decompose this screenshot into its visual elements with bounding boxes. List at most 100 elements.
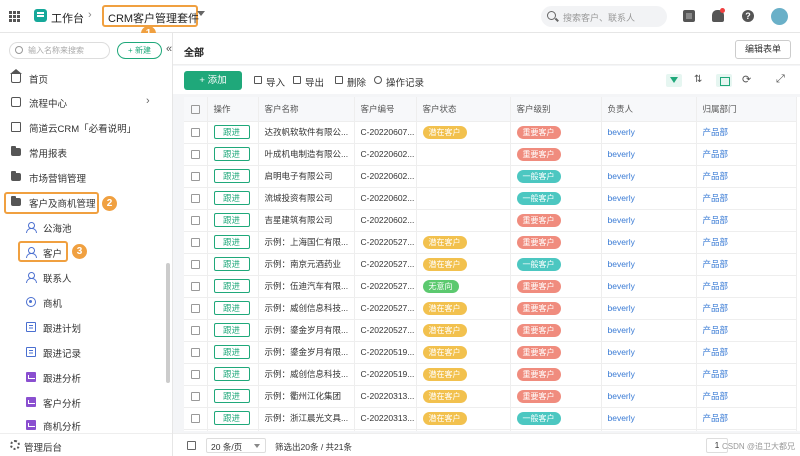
- department-cell[interactable]: 产品部: [696, 341, 797, 364]
- refresh-icon[interactable]: [739, 73, 755, 87]
- owner-cell[interactable]: beverly: [601, 231, 697, 254]
- follow-up-button[interactable]: 跟进: [213, 235, 250, 249]
- log-button[interactable]: 操作记录: [386, 75, 424, 89]
- department-link[interactable]: 产品部: [703, 347, 729, 357]
- select-all-checkbox[interactable]: [190, 104, 200, 114]
- row-checkbox[interactable]: [190, 414, 200, 424]
- department-cell[interactable]: 产品部: [696, 385, 797, 408]
- row-checkbox[interactable]: [190, 238, 200, 248]
- row-select-cell[interactable]: [184, 429, 208, 431]
- view-icon[interactable]: [716, 74, 732, 87]
- department-cell[interactable]: 产品部: [696, 363, 797, 386]
- filter-icon[interactable]: [666, 74, 682, 87]
- settings-icon[interactable]: [187, 441, 196, 450]
- department-link[interactable]: 产品部: [703, 149, 729, 159]
- chevron-down-icon[interactable]: [197, 11, 205, 16]
- row-checkbox[interactable]: [190, 282, 200, 292]
- owner-link[interactable]: beverly: [608, 303, 635, 313]
- row-select-cell[interactable]: [184, 253, 208, 276]
- department-cell[interactable]: 产品部: [696, 319, 797, 342]
- follow-up-button[interactable]: 跟进: [213, 411, 250, 425]
- row-select-cell[interactable]: [184, 407, 208, 430]
- row-select-cell[interactable]: [184, 363, 208, 386]
- follow-up-button[interactable]: 跟进: [213, 257, 250, 271]
- department-cell[interactable]: 产品部: [696, 143, 797, 166]
- column-header[interactable]: 操作: [207, 97, 259, 122]
- sidebar-item-contacts[interactable]: 联系人: [0, 267, 165, 287]
- table-row[interactable]: 跟进 叶成机电制造有限公... C-20220602... 重要客户 beverly 产品…: [184, 143, 797, 166]
- row-checkbox[interactable]: [190, 128, 200, 138]
- sidebar-scrollbar[interactable]: [166, 263, 170, 383]
- customer-name-cell[interactable]: 启明电子有限公司: [258, 165, 355, 188]
- owner-link[interactable]: beverly: [608, 193, 635, 203]
- customer-name-cell[interactable]: 示例：威创信息科技...: [258, 297, 355, 320]
- row-checkbox[interactable]: [190, 150, 200, 160]
- row-checkbox[interactable]: [190, 260, 200, 270]
- department-cell[interactable]: 产品部: [696, 187, 797, 210]
- owner-cell[interactable]: beverly: [601, 429, 697, 431]
- customer-name-cell[interactable]: 叶成机电制造有限公...: [258, 143, 355, 166]
- row-checkbox[interactable]: [190, 326, 200, 336]
- owner-link[interactable]: beverly: [608, 347, 635, 357]
- row-select-cell[interactable]: [184, 297, 208, 320]
- avatar[interactable]: [771, 8, 788, 25]
- sidebar-item-marketing[interactable]: 市场营销管理: [0, 167, 165, 187]
- department-link[interactable]: 产品部: [703, 391, 729, 401]
- customer-name-cell[interactable]: 示例：鎏金岁月有限...: [258, 319, 355, 342]
- select-all-cell[interactable]: [184, 97, 208, 122]
- row-checkbox[interactable]: [190, 172, 200, 182]
- customer-name-cell[interactable]: 示例：威创信息科技...: [258, 363, 355, 386]
- owner-cell[interactable]: beverly: [601, 363, 697, 386]
- department-cell[interactable]: 产品部: [696, 253, 797, 276]
- owner-link[interactable]: beverly: [608, 127, 635, 137]
- department-link[interactable]: 产品部: [703, 325, 729, 335]
- column-header[interactable]: 负责人: [601, 97, 697, 122]
- owner-link[interactable]: beverly: [608, 413, 635, 423]
- sidebar-item-customer-analysis[interactable]: 客户分析: [0, 392, 165, 412]
- sidebar-item-follow-records[interactable]: 跟进记录: [0, 342, 165, 362]
- row-select-cell[interactable]: [184, 187, 208, 210]
- customer-name-cell[interactable]: 示例：上海国仁有限...: [258, 231, 355, 254]
- owner-cell[interactable]: beverly: [601, 407, 697, 430]
- follow-up-button[interactable]: 跟进: [213, 191, 250, 205]
- table-row[interactable]: 跟进 示例：伍迪汽车有限... C-20220527... 无意向 重要客户 beverl…: [184, 275, 797, 298]
- table-row[interactable]: 跟进示例：...C-20220313... beverly产品部: [184, 429, 797, 431]
- collapse-sidebar-icon[interactable]: «: [166, 43, 172, 55]
- follow-up-button[interactable]: 跟进: [213, 367, 250, 381]
- edit-form-button[interactable]: 编辑表单: [735, 40, 791, 59]
- screen-icon[interactable]: [683, 10, 695, 22]
- department-link[interactable]: 产品部: [703, 281, 729, 291]
- row-select-cell[interactable]: [184, 341, 208, 364]
- owner-cell[interactable]: beverly: [601, 187, 697, 210]
- owner-link[interactable]: beverly: [608, 325, 635, 335]
- department-link[interactable]: 产品部: [703, 369, 729, 379]
- row-select-cell[interactable]: [184, 143, 208, 166]
- department-cell[interactable]: 产品部: [696, 231, 797, 254]
- follow-up-button[interactable]: 跟进: [213, 169, 250, 183]
- app-name-dropdown[interactable]: CRM客户管理套件: [102, 5, 199, 27]
- row-checkbox[interactable]: [190, 304, 200, 314]
- department-cell[interactable]: 产品部: [696, 275, 797, 298]
- column-header[interactable]: 归属部门: [696, 97, 797, 122]
- follow-up-button[interactable]: 跟进: [213, 301, 250, 315]
- sidebar-item-public-pool[interactable]: 公海池: [0, 217, 165, 237]
- table-row[interactable]: 跟进 示例：鎏金岁月有限... C-20220519... 潜在客户 重要客户 bever…: [184, 341, 797, 364]
- delete-button[interactable]: 删除: [347, 75, 366, 89]
- owner-cell[interactable]: beverly: [601, 143, 697, 166]
- column-header[interactable]: 客户级别: [510, 97, 602, 122]
- table-row[interactable]: 跟进 示例：南京元酒药业 C-20220527... 潜在客户 一般客户 beverly 产…: [184, 253, 797, 276]
- help-icon[interactable]: ?: [742, 10, 754, 22]
- row-checkbox[interactable]: [190, 348, 200, 358]
- customer-name-cell[interactable]: 示例：衢州江化集团: [258, 385, 355, 408]
- owner-link[interactable]: beverly: [608, 149, 635, 159]
- customer-name-cell[interactable]: 示例：...: [258, 429, 355, 431]
- sidebar-item-flow-center[interactable]: 流程中心 ›: [0, 92, 165, 112]
- department-link[interactable]: 产品部: [703, 193, 729, 203]
- owner-cell[interactable]: beverly: [601, 297, 697, 320]
- department-link[interactable]: 产品部: [703, 215, 729, 225]
- table-row[interactable]: 跟进 示例：上海国仁有限... C-20220527... 潜在客户 重要客户 bever…: [184, 231, 797, 254]
- new-button[interactable]: + 新建: [117, 42, 162, 59]
- sidebar-item-reports[interactable]: 常用报表: [0, 142, 165, 162]
- owner-link[interactable]: beverly: [608, 171, 635, 181]
- owner-cell[interactable]: beverly: [601, 253, 697, 276]
